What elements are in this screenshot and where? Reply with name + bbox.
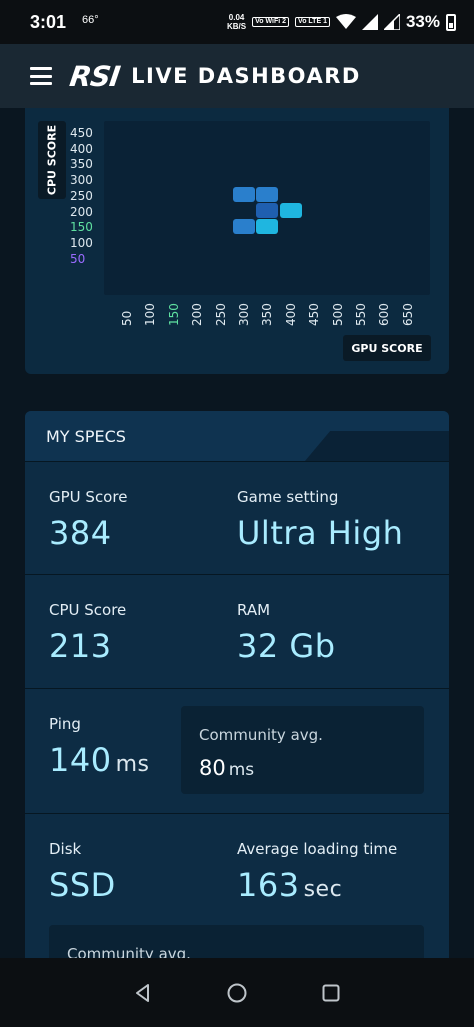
x-tick-label: 550 (354, 303, 368, 326)
y-tick-label: 450 (70, 126, 93, 140)
x-tick-label: 650 (400, 303, 415, 326)
y-tick-label: 150 (70, 220, 93, 235)
ping-community-avg-box: Community avg. 80 ms (181, 706, 424, 794)
ping-value: 140 ms (49, 741, 149, 779)
status-icons: 0.04 KB/S Vo WiFi 2 Vo LTE 1 33% (227, 12, 456, 32)
spec-row-ping: Ping 140 ms Community avg. 80 ms (25, 688, 449, 813)
game-setting-value: Ultra High (237, 514, 404, 552)
spec-row-disk: Disk SSD Average loading time 163 sec Com… (25, 813, 449, 971)
ping-unit: ms (115, 752, 150, 777)
status-bar: 3:01 66° 0.04 KB/S Vo WiFi 2 Vo LTE 1 33… (0, 0, 474, 44)
y-axis-title-text: CPU SCORE (45, 124, 59, 196)
x-axis-title: GPU SCORE (343, 335, 431, 361)
cpu-score-label: CPU Score (49, 601, 127, 619)
heatmap-cell[interactable] (256, 203, 279, 218)
header-title: LIVE DASHBOARD (131, 64, 361, 88)
x-tick-label: 200 (190, 303, 205, 326)
x-tick-label: 600 (377, 303, 392, 326)
x-tick-label: 400 (283, 303, 298, 326)
battery-icon (446, 13, 456, 31)
my-specs-card: MY SPECS GPU Score 384 Game setting Ultr… (25, 411, 449, 971)
ping-label: Ping (49, 715, 81, 733)
y-tick-label: 350 (70, 157, 93, 172)
ping-community-avg-value: 80 ms (199, 756, 254, 780)
y-tick-label: 200 (70, 204, 93, 219)
status-temperature: 66° (82, 14, 99, 26)
loading-time-unit: sec (303, 877, 343, 902)
y-tick-label: 100 (70, 235, 93, 250)
ping-value-number: 140 (49, 741, 112, 779)
app-header: RSI LIVE DASHBOARD (0, 44, 474, 108)
wifi-icon (335, 14, 356, 29)
x-tick-label: 50 (120, 310, 134, 326)
loading-time-number: 163 (237, 866, 300, 904)
game-setting-label: Game setting (237, 488, 339, 506)
loading-time-label: Average loading time (237, 840, 398, 858)
ping-community-avg-label: Community avg. (199, 726, 323, 744)
rsi-logo: RSI (67, 59, 122, 93)
y-tick-label: 400 (70, 141, 93, 156)
cpu-score-value: 213 (49, 627, 112, 665)
specs-header: MY SPECS (25, 411, 449, 461)
x-tick-label: 150 (166, 303, 181, 326)
gpu-score-label: GPU Score (49, 488, 128, 506)
network-speed: 0.04 KB/S (227, 13, 246, 31)
status-time: 3:01 (30, 11, 67, 32)
wifi-calling-badge: Vo WiFi 2 (252, 17, 290, 27)
battery-percentage: 33% (405, 12, 440, 31)
back-triangle-icon[interactable] (132, 982, 154, 1004)
heatmap-cell[interactable] (256, 187, 279, 203)
signal-icon (361, 14, 378, 30)
y-tick-label: 250 (70, 188, 93, 203)
loading-time-value: 163 sec (237, 866, 342, 904)
y-tick-label: 50 (70, 251, 86, 266)
x-tick-label: 450 (307, 303, 322, 326)
specs-header-decoration (305, 431, 449, 461)
heatmap-cell[interactable] (233, 218, 255, 234)
specs-title: MY SPECS (46, 427, 126, 446)
volte-badge: Vo LTE 1 (295, 17, 330, 27)
disk-value: SSD (49, 866, 116, 904)
x-tick-label: 500 (330, 303, 345, 326)
x-tick-label: 350 (260, 303, 275, 326)
network-speed-value: 0.04 (228, 13, 245, 22)
heatmap-cell[interactable] (256, 218, 279, 234)
x-tick-label: 100 (143, 303, 158, 326)
disk-label: Disk (49, 840, 82, 858)
heatmap-plot-area (104, 121, 430, 295)
ram-label: RAM (237, 601, 271, 619)
gpu-score-value: 384 (49, 514, 112, 552)
x-tick-label: 300 (237, 303, 251, 326)
hamburger-menu-icon[interactable] (30, 67, 52, 85)
y-tick-label: 300 (70, 173, 93, 188)
network-speed-unit: KB/S (227, 22, 247, 31)
system-nav-bar (0, 958, 474, 1027)
x-tick-label: 250 (213, 303, 228, 326)
heatmap-cell[interactable] (233, 187, 255, 203)
home-circle-icon[interactable] (226, 982, 248, 1004)
heatmap-cell[interactable] (279, 203, 302, 218)
ram-value: 32 Gb (237, 627, 336, 665)
recents-square-icon[interactable] (320, 982, 342, 1004)
spec-row-cpu: CPU Score 213 RAM 32 Gb (25, 574, 449, 688)
ping-community-avg-number: 80 (199, 756, 226, 780)
spec-row-gpu: GPU Score 384 Game setting Ultra High (25, 461, 449, 574)
ping-community-avg-unit: ms (228, 760, 255, 780)
y-axis-title: CPU SCORE (38, 121, 66, 199)
signal-icon-2 (383, 14, 400, 30)
